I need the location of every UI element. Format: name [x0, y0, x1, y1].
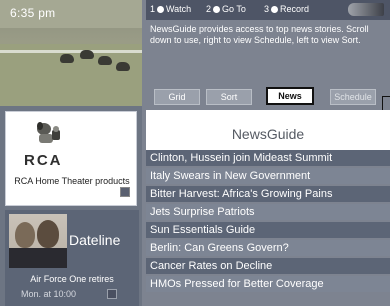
nav-goto-label: Go To — [222, 4, 246, 14]
video-horse-2 — [80, 50, 94, 59]
anchor-suits — [9, 248, 67, 268]
video-track — [0, 44, 142, 106]
info-text: NewsGuide provides access to top news st… — [150, 24, 369, 45]
story-item[interactable]: Sun Essentials Guide — [146, 222, 390, 238]
anchor-face-right — [37, 220, 59, 248]
nav-watch[interactable]: 1 Watch — [150, 4, 191, 14]
button-dot-icon — [157, 6, 165, 13]
nav-record-label: Record — [280, 4, 310, 14]
tab-grid[interactable]: Grid — [154, 89, 200, 105]
pointer-line-vertical — [382, 96, 383, 110]
dateline-ad[interactable]: Dateline Air Force One retires Mon. at 1… — [5, 210, 139, 306]
tab-news[interactable]: News — [266, 87, 314, 105]
video-horse-4 — [116, 62, 130, 71]
tab-sort[interactable]: Sort — [206, 89, 252, 105]
live-video-preview[interactable]: 6:35 pm — [0, 0, 142, 106]
video-horse-3 — [98, 56, 112, 65]
rca-dog-icon — [37, 122, 60, 143]
dateline-anchor-photo — [9, 214, 67, 268]
dateline-time: Mon. at 10:00 — [21, 289, 77, 299]
story-item[interactable]: Jets Surprise Patriots — [146, 204, 390, 220]
pointer-line — [382, 96, 390, 97]
tab-schedule[interactable]: Schedule — [330, 89, 376, 105]
anchor-face-left — [15, 222, 35, 248]
story-item[interactable]: Clinton, Hussein join Mideast Summit — [146, 150, 390, 166]
story-item[interactable]: Berlin: Can Greens Govern? — [146, 240, 390, 256]
top-nav-bar: 1 Watch 2 Go To 3 Record — [146, 0, 390, 20]
clock: 6:35 pm — [10, 6, 56, 20]
nav-record-number: 3 — [264, 4, 270, 14]
nav-goto[interactable]: 2 Go To — [206, 4, 246, 14]
guide-title: NewsGuide — [231, 126, 305, 142]
dateline-subtitle: Air Force One retires — [30, 274, 114, 284]
rca-product-text: RCA Home Theater products — [14, 176, 130, 186]
story-item[interactable]: HMOs Pressed for Better Coverage — [146, 276, 390, 292]
rca-logo: RCA — [24, 152, 63, 169]
nav-record[interactable]: 3 Record — [264, 4, 309, 14]
rca-ad[interactable]: RCA RCA Home Theater products — [5, 111, 137, 206]
video-horse-1 — [60, 54, 74, 63]
button-dot-icon — [213, 6, 221, 13]
remote-control-icon — [348, 3, 384, 16]
story-item[interactable]: Cancer Rates on Decline — [146, 258, 390, 274]
dateline-title: Dateline — [69, 232, 121, 248]
rca-select-button[interactable] — [120, 187, 130, 197]
nav-watch-label: Watch — [166, 4, 192, 14]
dateline-select-button[interactable] — [107, 289, 117, 299]
video-rail — [0, 50, 142, 53]
right-column: 1 Watch 2 Go To 3 Record NewsGuide provides… — [146, 0, 390, 306]
nav-goto-number: 2 — [206, 4, 212, 14]
left-column: 6:35 pm RCA RCA Home Theater products Da… — [0, 0, 142, 306]
button-dot-icon — [271, 6, 279, 13]
story-item[interactable]: Bitter Harvest: Africa's Growing Pains — [146, 186, 390, 202]
story-item[interactable]: Italy Swears in New Government — [146, 168, 390, 184]
nav-watch-number: 1 — [150, 4, 156, 14]
